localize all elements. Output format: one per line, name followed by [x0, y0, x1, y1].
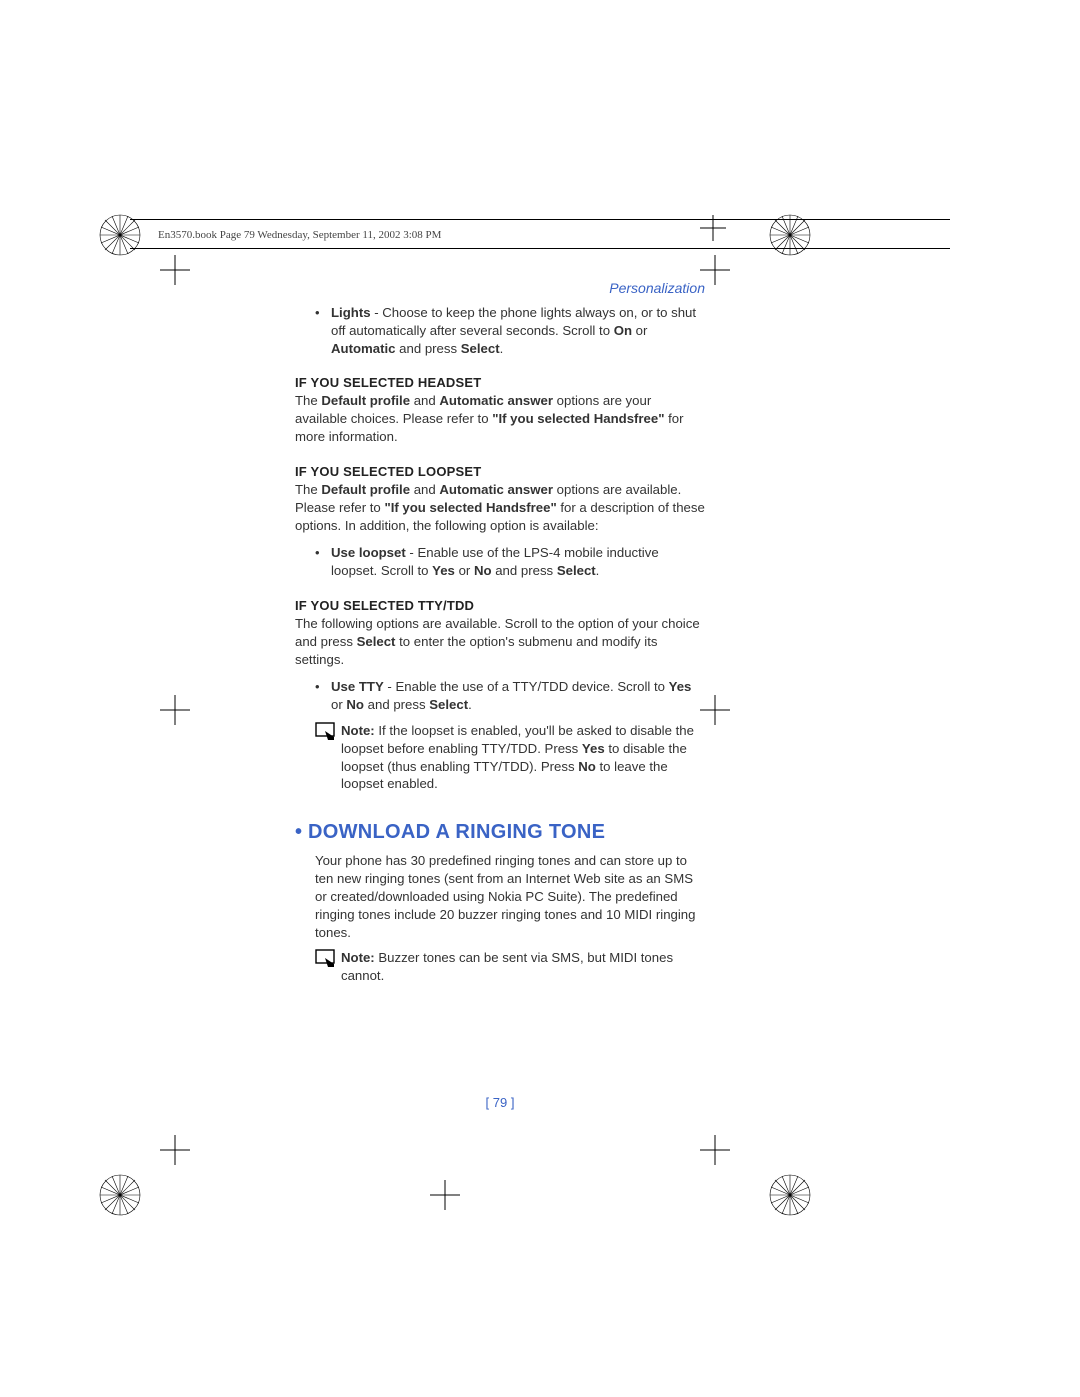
- doc-meta-header: En3570.book Page 79 Wednesday, September…: [158, 229, 441, 241]
- bullet-lights: • Lights - Choose to keep the phone ligh…: [315, 304, 705, 357]
- note-icon: [315, 949, 341, 985]
- note-tty: Note: If the loopset is enabled, you'll …: [315, 722, 705, 793]
- note-download: Note: Buzzer tones can be sent via SMS, …: [315, 949, 705, 985]
- bullet-use-loopset: • Use loopset - Enable use of the LPS-4 …: [315, 544, 705, 580]
- register-mark-icon: [95, 1170, 145, 1220]
- crop-rule-top-2: [130, 248, 950, 249]
- para-headset: The Default profile and Automatic answer…: [295, 392, 705, 445]
- heading-download-ringing-tone: •DOWNLOAD A RINGING TONE: [295, 821, 705, 844]
- section-label: Personalization: [295, 280, 705, 296]
- note-icon: [315, 722, 341, 793]
- crop-rule-top: [130, 219, 950, 220]
- bullet-icon: •: [315, 304, 331, 357]
- subhead-tty: IF YOU SELECTED TTY/TDD: [295, 598, 705, 613]
- subhead-headset: IF YOU SELECTED HEADSET: [295, 375, 705, 390]
- register-mark-icon: [765, 1170, 815, 1220]
- page-number: [ 79 ]: [295, 1095, 705, 1110]
- page-content: Personalization • Lights - Choose to kee…: [295, 280, 705, 989]
- para-tty-intro: The following options are available. Scr…: [295, 615, 705, 668]
- bullet-text: Lights - Choose to keep the phone lights…: [331, 304, 705, 357]
- bullet-icon: •: [295, 821, 308, 843]
- bold-term: Lights: [331, 305, 371, 320]
- para-download: Your phone has 30 predefined ringing ton…: [315, 852, 705, 941]
- bullet-icon: •: [315, 544, 331, 580]
- cross-mark-icon: [700, 1135, 730, 1165]
- cross-mark-icon: [160, 255, 190, 285]
- cross-mark-icon: [430, 1180, 460, 1210]
- note-text: Note: Buzzer tones can be sent via SMS, …: [341, 949, 705, 985]
- cross-mark-icon: [700, 215, 726, 241]
- bullet-text: Use TTY - Enable the use of a TTY/TDD de…: [331, 678, 705, 714]
- register-mark-icon: [765, 210, 815, 260]
- para-loopset: The Default profile and Automatic answer…: [295, 481, 705, 534]
- note-text: Note: If the loopset is enabled, you'll …: [341, 722, 705, 793]
- cross-mark-icon: [160, 1135, 190, 1165]
- bullet-use-tty: • Use TTY - Enable the use of a TTY/TDD …: [315, 678, 705, 714]
- cross-mark-icon: [160, 695, 190, 725]
- bullet-text: Use loopset - Enable use of the LPS-4 mo…: [331, 544, 705, 580]
- bullet-icon: •: [315, 678, 331, 714]
- register-mark-icon: [95, 210, 145, 260]
- subhead-loopset: IF YOU SELECTED LOOPSET: [295, 464, 705, 479]
